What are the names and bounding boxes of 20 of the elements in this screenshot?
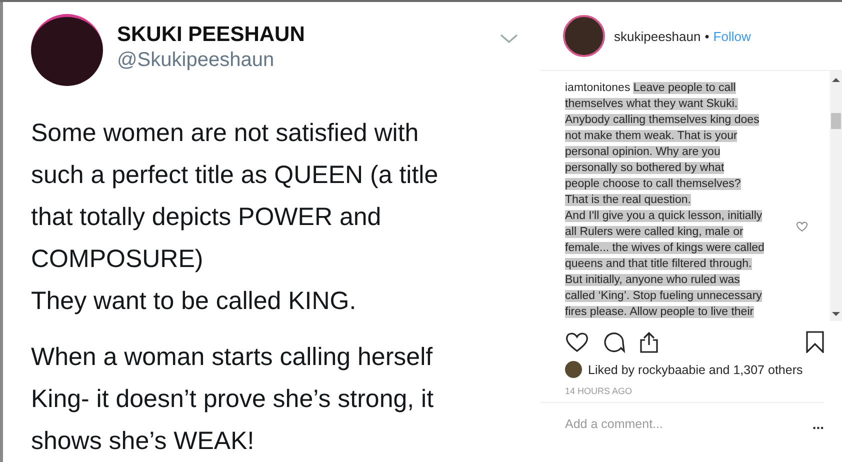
tweet-text: When a woman starts calling herself King- it doesn’t prove she’s strong, it shows she’s WEAK! (30, 342, 435, 457)
share-icon[interactable] (639, 331, 659, 353)
username[interactable]: skukipeeshaun (614, 28, 701, 44)
scroll-up-arrow-icon[interactable] (832, 77, 840, 83)
display-name: SKUKI PEESHAUN (117, 23, 306, 47)
tweet-text: Some women are not satisfied with such a perfect title as QUEEN (a title that totally depicts POWER and COMPOSURE) They want to be called KING. (30, 118, 440, 317)
more-button[interactable]: ... (812, 416, 824, 432)
avatar-image[interactable] (563, 15, 605, 57)
user-handle: @Skukipeeshaun (117, 49, 276, 72)
scroll-down-arrow-icon[interactable] (832, 311, 840, 317)
likes-text[interactable]: Liked by rockybaabie and 1,307 others (588, 362, 803, 376)
heart-icon[interactable] (565, 331, 589, 353)
scrollbar-thumb[interactable] (831, 113, 841, 129)
timestamp: 14 HOURS AGO (540, 378, 824, 403)
scrollbar[interactable] (830, 71, 842, 321)
comment-text: iamtonitones Leave people to call themselves what they want Skuki. Anybody calling themselves king does not make them weak. That is your personal opinion. Why are you personally so bothered by what people choose to call themselves? That is the real question. And I'll give you a quick lesson, initially all Rulers were called king, male or female... the wives of kings were called queens and that title filtered through. But initially, anyone who ruled was called ‘King’. Stop fueling unnecessary fires please. Allow people to live their (565, 81, 766, 320)
separator-dot: • (704, 28, 710, 44)
comment-icon[interactable] (603, 331, 625, 353)
bookmark-icon[interactable] (806, 331, 824, 353)
avatar-image[interactable] (565, 361, 582, 378)
